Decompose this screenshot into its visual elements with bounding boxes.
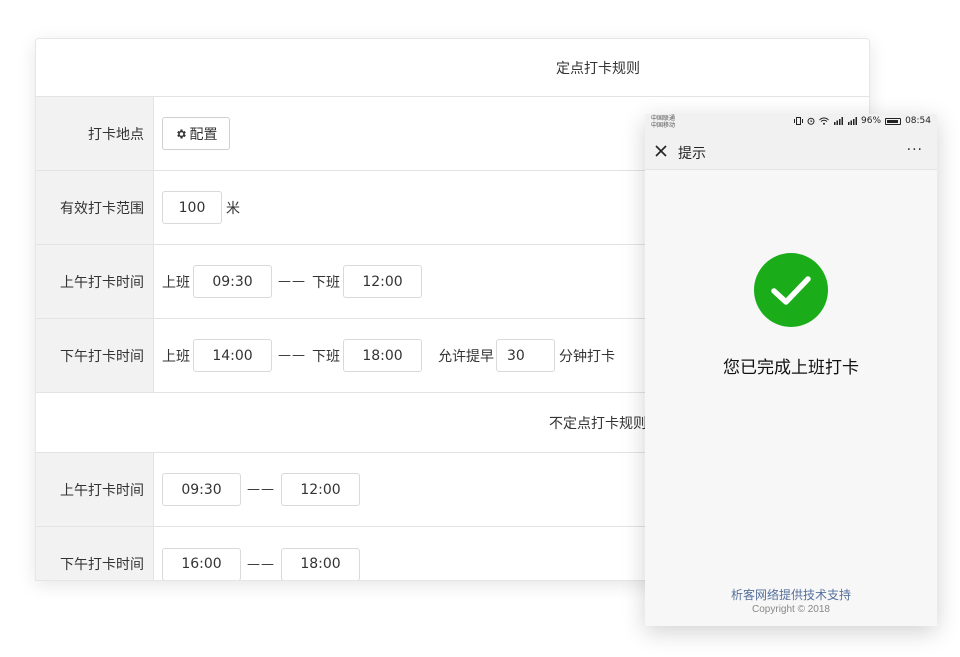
fixed-morning-off-input[interactable]: 12:00 bbox=[343, 265, 422, 298]
config-button[interactable]: 配置 bbox=[162, 117, 230, 150]
status-bar: 中国联通 中国移动 96% 08:54 bbox=[645, 114, 937, 132]
battery-icon bbox=[885, 117, 902, 125]
fixed-afternoon-off-input[interactable]: 18:00 bbox=[343, 339, 422, 372]
nav-title: 提示 bbox=[678, 146, 706, 162]
flex-morning-start-input[interactable]: 09:30 bbox=[162, 473, 241, 506]
status-right: 96% 08:54 bbox=[794, 116, 931, 126]
carrier-1: 中国联通 bbox=[651, 115, 676, 122]
range-input[interactable]: 100 bbox=[162, 191, 222, 224]
alarm-icon bbox=[807, 117, 815, 125]
flex-afternoon-label: 下午打卡时间 bbox=[36, 527, 154, 580]
early-unit: 分钟打卡 bbox=[559, 348, 615, 365]
fixed-afternoon-off-label: 下班 bbox=[312, 348, 340, 365]
success-message: 您已完成上班打卡 bbox=[723, 358, 859, 378]
battery-percent: 96% bbox=[861, 116, 882, 126]
flex-morning-separator: —— bbox=[247, 482, 275, 497]
flexible-rules-title: 不定点打卡规则 bbox=[549, 415, 647, 432]
tech-support-link[interactable]: 析客网络提供技术支持 bbox=[645, 586, 937, 603]
early-minutes-input[interactable]: 30 bbox=[496, 339, 555, 372]
nav-bar: 提示 ··· bbox=[645, 132, 937, 170]
flex-afternoon-separator: —— bbox=[247, 556, 275, 572]
signal-2-icon bbox=[848, 117, 858, 125]
fixed-afternoon-on-input[interactable]: 14:00 bbox=[193, 339, 272, 372]
phone-screen: 中国联通 中国移动 96% 08:54 提示 ··· 您已完成上班打卡 析客网络… bbox=[645, 114, 937, 626]
location-label: 打卡地点 bbox=[36, 97, 154, 170]
fixed-morning-separator: —— bbox=[278, 274, 306, 289]
more-icon[interactable]: ··· bbox=[907, 143, 923, 157]
carrier-info: 中国联通 中国移动 bbox=[651, 115, 675, 129]
fixed-rules-header: 定点打卡规则 bbox=[36, 39, 869, 97]
copyright: Copyright © 2018 bbox=[752, 604, 830, 615]
flex-afternoon-end-input[interactable]: 18:00 bbox=[281, 547, 360, 580]
vibrate-icon bbox=[794, 117, 804, 125]
early-label: 允许提早 bbox=[438, 348, 494, 365]
flex-afternoon-start-input[interactable]: 16:00 bbox=[162, 547, 241, 580]
config-button-label: 配置 bbox=[189, 126, 218, 143]
clock: 08:54 bbox=[905, 116, 931, 126]
fixed-afternoon-separator: —— bbox=[278, 348, 306, 363]
range-label: 有效打卡范围 bbox=[36, 171, 154, 244]
flex-morning-label: 上午打卡时间 bbox=[36, 453, 154, 526]
flex-morning-end-input[interactable]: 12:00 bbox=[281, 473, 360, 506]
fixed-morning-on-input[interactable]: 09:30 bbox=[193, 265, 272, 298]
gear-icon bbox=[176, 129, 186, 138]
success-check-icon bbox=[754, 253, 828, 327]
wifi-icon bbox=[819, 117, 829, 125]
fixed-afternoon-on-label: 上班 bbox=[162, 348, 190, 365]
fixed-morning-label: 上午打卡时间 bbox=[36, 245, 154, 318]
fixed-afternoon-label: 下午打卡时间 bbox=[36, 319, 154, 392]
signal-icon bbox=[834, 117, 844, 125]
fixed-morning-off-label: 下班 bbox=[312, 274, 340, 291]
close-icon[interactable] bbox=[653, 143, 669, 159]
range-unit: 米 bbox=[226, 200, 240, 217]
carrier-2: 中国移动 bbox=[651, 122, 676, 129]
fixed-morning-on-label: 上班 bbox=[162, 274, 190, 291]
fixed-rules-title: 定点打卡规则 bbox=[556, 60, 640, 77]
